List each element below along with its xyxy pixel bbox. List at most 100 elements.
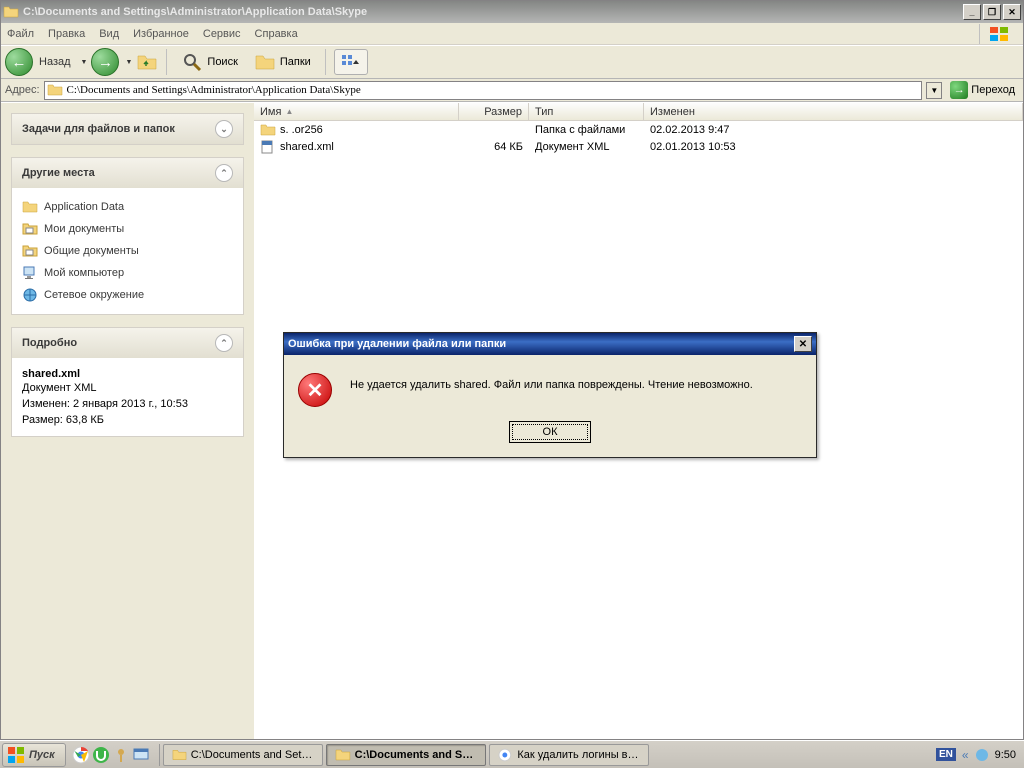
- search-button[interactable]: Поиск: [175, 49, 243, 75]
- app-icon[interactable]: [112, 746, 130, 764]
- tray-expand-icon[interactable]: «: [962, 748, 969, 762]
- quick-launch: [72, 746, 150, 764]
- folder-icon: [260, 123, 276, 137]
- dialog-titlebar[interactable]: Ошибка при удалении файла или папки ✕: [284, 333, 816, 355]
- file-name-cell: shared.xml: [254, 140, 459, 154]
- place-my-computer[interactable]: Мой компьютер: [22, 262, 233, 284]
- col-type[interactable]: Тип: [529, 103, 644, 120]
- minimize-button[interactable]: _: [963, 4, 981, 20]
- col-name[interactable]: Имя▲: [254, 103, 459, 120]
- windows-flag-icon: [979, 24, 1017, 44]
- folder-icon: [22, 199, 38, 215]
- file-name-cell: s. .or256: [254, 123, 459, 137]
- search-icon: [181, 51, 203, 73]
- window-title: C:\Documents and Settings\Administrator\…: [23, 6, 961, 18]
- error-icon: ✕: [298, 373, 332, 407]
- menu-favorites[interactable]: Избранное: [133, 28, 189, 40]
- maximize-button[interactable]: ❐: [983, 4, 1001, 20]
- toolbar: ← Назад ▼ → ▼ Поиск Папки: [1, 45, 1023, 79]
- place-network[interactable]: Сетевое окружение: [22, 284, 233, 306]
- folder-icon: [172, 748, 187, 762]
- back-dropdown-icon[interactable]: ▼: [81, 59, 88, 66]
- dialog-buttons: ОК: [284, 421, 816, 457]
- back-button[interactable]: ←: [5, 48, 33, 76]
- toolbar-separator: [325, 49, 326, 75]
- forward-dropdown-icon[interactable]: ▼: [125, 59, 132, 66]
- place-application-data[interactable]: Application Data: [22, 196, 233, 218]
- col-size[interactable]: Размер: [459, 103, 529, 120]
- menu-edit[interactable]: Правка: [48, 28, 85, 40]
- xml-icon: [260, 140, 276, 154]
- menu-file[interactable]: Файл: [7, 28, 34, 40]
- file-row[interactable]: shared.xml 64 КБ Документ XML 02.01.2013…: [254, 138, 1023, 155]
- language-indicator[interactable]: EN: [936, 748, 956, 761]
- toolbar-separator: [166, 49, 167, 75]
- titlebar[interactable]: C:\Documents and Settings\Administrator\…: [1, 1, 1023, 23]
- back-label: Назад: [39, 56, 71, 68]
- shareddocs-icon: [22, 243, 38, 259]
- side-pane: Задачи для файлов и папок ⌄ Другие места…: [1, 103, 254, 739]
- window-icon: [3, 4, 19, 20]
- place-shared-documents[interactable]: Общие документы: [22, 240, 233, 262]
- sort-asc-icon: ▲: [285, 107, 293, 116]
- places-header[interactable]: Другие места ⌃: [12, 158, 243, 188]
- taskbar: Пуск C:\Documents and Settin... C:\Docum…: [0, 740, 1024, 768]
- windows-logo-icon: [7, 746, 25, 764]
- address-dropdown-icon[interactable]: ▼: [926, 82, 942, 99]
- chrome-icon[interactable]: [72, 746, 90, 764]
- system-tray: EN « 9:50: [930, 748, 1022, 762]
- error-dialog: Ошибка при удалении файла или папки ✕ ✕ …: [283, 332, 817, 458]
- folders-button[interactable]: Папки: [248, 49, 317, 75]
- file-modified-cell: 02.02.2013 9:47: [644, 124, 1023, 136]
- folder-icon: [335, 748, 351, 762]
- places-panel: Другие места ⌃ Application Data Мои доку…: [11, 157, 244, 315]
- utorrent-icon[interactable]: [92, 746, 110, 764]
- file-type-cell: Документ XML: [529, 141, 644, 153]
- close-button[interactable]: ✕: [1003, 4, 1021, 20]
- address-combo[interactable]: [44, 81, 923, 100]
- clock[interactable]: 9:50: [995, 749, 1016, 761]
- taskbar-task[interactable]: C:\Documents and Se...: [326, 744, 486, 766]
- details-size: Размер: 63,8 КБ: [22, 414, 233, 426]
- menu-view[interactable]: Вид: [99, 28, 119, 40]
- folder-icon: [47, 83, 63, 97]
- places-body: Application Data Мои документы Общие док…: [12, 188, 243, 314]
- tray-icon[interactable]: [975, 748, 989, 762]
- dialog-title: Ошибка при удалении файла или папки: [288, 338, 506, 350]
- taskbar-task[interactable]: C:\Documents and Settin...: [163, 744, 323, 766]
- address-label: Адрес:: [5, 84, 40, 96]
- mydocs-icon: [22, 221, 38, 237]
- chevron-down-icon[interactable]: ⌄: [215, 120, 233, 138]
- ok-button[interactable]: ОК: [509, 421, 591, 443]
- dialog-close-button[interactable]: ✕: [794, 336, 812, 352]
- col-modified[interactable]: Изменен: [644, 103, 1023, 120]
- addressbar: Адрес: ▼ → Переход: [1, 79, 1023, 102]
- views-button[interactable]: [334, 49, 368, 75]
- go-button[interactable]: → Переход: [946, 81, 1019, 99]
- forward-button[interactable]: →: [91, 48, 119, 76]
- show-desktop-icon[interactable]: [132, 746, 150, 764]
- start-button[interactable]: Пуск: [2, 743, 66, 767]
- file-modified-cell: 02.01.2013 10:53: [644, 141, 1023, 153]
- menu-help[interactable]: Справка: [255, 28, 298, 40]
- network-icon: [22, 287, 38, 303]
- dialog-message: Не удается удалить shared. Файл или папк…: [350, 373, 802, 391]
- mycomputer-icon: [22, 265, 38, 281]
- menu-tools[interactable]: Сервис: [203, 28, 241, 40]
- chevron-up-icon[interactable]: ⌃: [215, 334, 233, 352]
- chevron-up-icon[interactable]: ⌃: [215, 164, 233, 182]
- taskbar-task[interactable]: Как удалить логины вв...: [489, 744, 649, 766]
- file-type-cell: Папка с файлами: [529, 124, 644, 136]
- details-header[interactable]: Подробно ⌃: [12, 328, 243, 358]
- address-input[interactable]: [67, 84, 920, 96]
- details-filename: shared.xml: [22, 368, 233, 380]
- views-icon: [341, 54, 361, 70]
- tasks-panel: Задачи для файлов и папок ⌄: [11, 113, 244, 145]
- chrome-icon: [498, 748, 514, 762]
- file-row[interactable]: s. .or256 Папка с файлами 02.02.2013 9:4…: [254, 121, 1023, 138]
- place-my-documents[interactable]: Мои документы: [22, 218, 233, 240]
- up-folder-icon[interactable]: [136, 51, 158, 73]
- details-filetype: Документ XML: [22, 382, 233, 394]
- tasks-header[interactable]: Задачи для файлов и папок ⌄: [12, 114, 243, 144]
- details-panel: Подробно ⌃ shared.xml Документ XML Измен…: [11, 327, 244, 437]
